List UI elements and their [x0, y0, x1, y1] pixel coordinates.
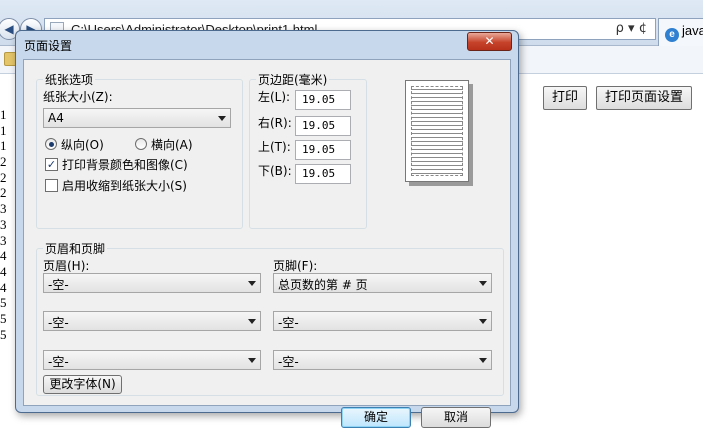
address-tools-icons[interactable]: ρ ▾ ¢ — [616, 21, 647, 36]
margins-title: 页边距(毫米) — [256, 71, 330, 88]
paper-size-value: A4 — [48, 111, 64, 125]
line-number: 2 — [0, 154, 7, 170]
margins-group: 页边距(毫米) 左(L): 19.05 右(R): 19.05 上(T): 19… — [249, 71, 367, 229]
print-button[interactable]: 打印 — [543, 86, 588, 110]
page-setup-dialog: 页面设置 ✕ 纸张选项 纸张大小(Z): A4 纵向(O) 横向(A) ✓ 打印… — [15, 30, 519, 428]
close-icon: ✕ — [484, 34, 495, 48]
page-preview — [405, 80, 469, 182]
change-font-button[interactable]: 更改字体(N) — [43, 375, 122, 394]
chevron-down-icon — [479, 281, 487, 286]
margin-top-input[interactable]: 19.05 — [295, 140, 351, 160]
shrink-to-fit-checkbox[interactable] — [45, 179, 58, 192]
page-setup-button[interactable]: 打印页面设置 — [596, 86, 693, 110]
footer-select-2-value: -空- — [278, 316, 299, 330]
tab-label: java — [682, 23, 703, 38]
header-select-2-value: -空- — [48, 316, 69, 330]
preview-content — [411, 86, 463, 176]
chevron-down-icon — [248, 281, 256, 286]
margin-top-label: 上(T): — [258, 140, 291, 154]
shrink-to-fit-label[interactable]: 启用收缩到纸张大小(S) — [62, 177, 187, 194]
cancel-button[interactable]: 取消 — [421, 407, 491, 428]
footer-select-3-value: -空- — [278, 355, 299, 369]
line-number: 4 — [0, 279, 7, 295]
line-number: 5 — [0, 295, 7, 311]
margin-right-label: 右(R): — [258, 116, 292, 130]
line-number: 2 — [0, 185, 7, 201]
margin-right-input[interactable]: 19.05 — [295, 116, 351, 136]
paper-size-label: 纸张大小(Z): — [43, 90, 113, 104]
chevron-down-icon — [479, 319, 487, 324]
paper-size-select[interactable]: A4 — [43, 108, 231, 128]
line-number: 4 — [0, 263, 7, 279]
ok-button[interactable]: 确定 — [341, 407, 411, 428]
line-number: 1 — [0, 138, 7, 154]
dialog-title: 页面设置 — [24, 39, 73, 53]
browser-tab[interactable]: e java — [658, 18, 703, 46]
chevron-down-icon — [479, 358, 487, 363]
footer-select-1-value: 总页数的第 # 页 — [278, 278, 368, 292]
paper-options-group: 纸张选项 纸张大小(Z): A4 纵向(O) 横向(A) ✓ 打印背景颜色和图像… — [36, 71, 243, 229]
header-footer-group: 页眉和页脚 页眉(H): 页脚(F): -空- 总页数的第 # 页 -空- -空… — [36, 240, 504, 396]
footer-select-3[interactable]: -空- — [273, 350, 492, 370]
line-number: 5 — [0, 310, 7, 326]
line-number: 4 — [0, 248, 7, 264]
margin-bottom-label: 下(B): — [258, 164, 292, 178]
margin-bottom-input[interactable]: 19.05 — [295, 164, 351, 184]
close-button[interactable]: ✕ — [467, 32, 512, 51]
line-number: 5 — [0, 326, 7, 342]
header-select-3-value: -空- — [48, 355, 69, 369]
line-number: 3 — [0, 216, 7, 232]
checkmark-icon: ✓ — [46, 158, 57, 171]
print-background-label[interactable]: 打印背景颜色和图像(C) — [62, 156, 188, 173]
line-number: 3 — [0, 232, 7, 248]
line-number: 3 — [0, 201, 7, 217]
footer-select-2[interactable]: -空- — [273, 311, 492, 331]
footer-label: 页脚(F): — [273, 259, 318, 273]
portrait-label[interactable]: 纵向(O) — [61, 136, 104, 153]
line-number: 1 — [0, 107, 7, 122]
portrait-radio[interactable] — [45, 138, 57, 150]
header-select-1-value: -空- — [48, 278, 69, 292]
line-number: 2 — [0, 169, 7, 185]
header-select-2[interactable]: -空- — [43, 311, 261, 331]
landscape-radio[interactable] — [135, 138, 147, 150]
page-line-numbers: 111222333444555 — [0, 107, 10, 342]
back-icon: ◀ — [4, 22, 14, 36]
header-select-3[interactable]: -空- — [43, 350, 261, 370]
paper-options-title: 纸张选项 — [43, 71, 96, 88]
footer-select-1[interactable]: 总页数的第 # 页 — [273, 273, 492, 293]
margin-left-label: 左(L): — [258, 90, 291, 104]
landscape-label[interactable]: 横向(A) — [151, 136, 193, 153]
header-label: 页眉(H): — [43, 259, 90, 273]
ie-icon: e — [665, 28, 679, 42]
line-number: 1 — [0, 122, 7, 138]
header-footer-title: 页眉和页脚 — [43, 240, 108, 257]
chevron-down-icon — [248, 358, 256, 363]
chevron-down-icon — [248, 319, 256, 324]
print-background-checkbox[interactable]: ✓ — [45, 158, 58, 171]
header-select-1[interactable]: -空- — [43, 273, 261, 293]
dialog-body: 纸张选项 纸张大小(Z): A4 纵向(O) 横向(A) ✓ 打印背景颜色和图像… — [23, 59, 511, 428]
margin-left-input[interactable]: 19.05 — [295, 90, 351, 110]
chevron-down-icon — [218, 116, 226, 121]
